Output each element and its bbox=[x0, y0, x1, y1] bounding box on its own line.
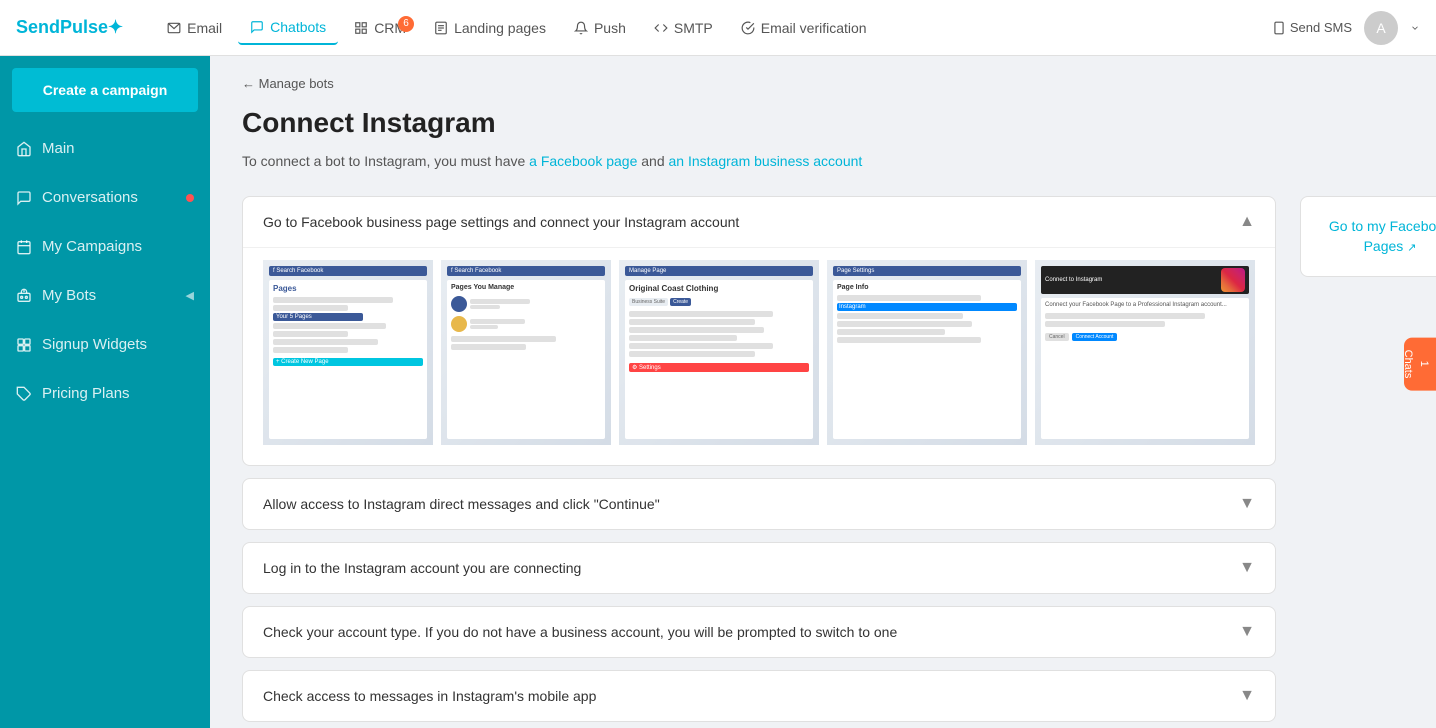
conversations-dot bbox=[186, 194, 194, 202]
screenshot-3: Manage Page Original Coast Clothing Busi… bbox=[619, 260, 819, 445]
bot-icon bbox=[16, 288, 32, 304]
screenshot-4: Page Settings Page Info Instagram bbox=[827, 260, 1027, 445]
step-1-chevron: ▲ bbox=[1239, 213, 1255, 231]
top-navigation: SendPulse✦ Email Chatbots CRM 6 Landing … bbox=[0, 0, 1436, 56]
main-content: ← Manage bots Connect Instagram To conne… bbox=[210, 56, 1436, 728]
step-3-card: Log in to the Instagram account you are … bbox=[242, 542, 1276, 594]
nav-email[interactable]: Email bbox=[155, 12, 234, 44]
external-link-icon: ↗ bbox=[1407, 242, 1416, 254]
step-4-card: Check your account type. If you do not h… bbox=[242, 606, 1276, 658]
screenshot-2: f Search Facebook Pages You Manage bbox=[441, 260, 611, 445]
envelope-icon bbox=[167, 21, 181, 35]
sidebar: Create a campaign Main Conversations My … bbox=[0, 56, 210, 728]
conversations-icon bbox=[16, 190, 32, 206]
screenshot-5: Connect to Instagram Connect your Facebo… bbox=[1035, 260, 1255, 445]
my-bots-arrow: ◀ bbox=[186, 289, 194, 302]
step-3-header[interactable]: Log in to the Instagram account you are … bbox=[243, 543, 1275, 593]
screenshot-1: f Search Facebook Pages Your 5 Pages bbox=[263, 260, 433, 445]
step-3-label: Log in to the Instagram account you are … bbox=[263, 560, 581, 576]
nav-items: Email Chatbots CRM 6 Landing pages Push … bbox=[155, 11, 1272, 45]
steps-container: Go to Facebook business page settings an… bbox=[242, 196, 1276, 728]
grid-icon bbox=[354, 21, 368, 35]
go-to-facebook-pages-link[interactable]: Go to my Facebook Pages ↗ bbox=[1317, 217, 1436, 256]
step-2-header[interactable]: Allow access to Instagram direct message… bbox=[243, 479, 1275, 529]
avatar[interactable]: A bbox=[1364, 11, 1398, 45]
calendar-icon bbox=[16, 239, 32, 255]
create-campaign-button[interactable]: Create a campaign bbox=[12, 68, 198, 112]
sidebar-item-my-campaigns[interactable]: My Campaigns bbox=[0, 222, 210, 271]
page-title: Connect Instagram bbox=[242, 107, 1404, 139]
phone-icon bbox=[1272, 21, 1286, 35]
main-layout: Create a campaign Main Conversations My … bbox=[0, 56, 1436, 728]
widget-icon bbox=[16, 337, 32, 353]
nav-chatbots[interactable]: Chatbots bbox=[238, 11, 338, 45]
nav-email-verification[interactable]: Email verification bbox=[729, 12, 879, 44]
nav-right: Send SMS A bbox=[1272, 11, 1420, 45]
step-2-card: Allow access to Instagram direct message… bbox=[242, 478, 1276, 530]
sidebar-item-main[interactable]: Main bbox=[0, 124, 210, 173]
tag-icon bbox=[16, 386, 32, 402]
step-2-label: Allow access to Instagram direct message… bbox=[263, 496, 660, 512]
step-5-card: Check access to messages in Instagram's … bbox=[242, 670, 1276, 722]
step-4-label: Check your account type. If you do not h… bbox=[263, 624, 897, 640]
right-sidebar: Go to my Facebook Pages ↗ bbox=[1300, 196, 1436, 277]
chevron-down-icon bbox=[1410, 23, 1420, 33]
send-sms-button[interactable]: Send SMS bbox=[1272, 20, 1352, 35]
step-4-header[interactable]: Check your account type. If you do not h… bbox=[243, 607, 1275, 657]
nav-smtp[interactable]: SMTP bbox=[642, 12, 725, 44]
breadcrumb: ← Manage bots bbox=[242, 76, 1404, 91]
step-5-chevron: ▼ bbox=[1239, 687, 1255, 705]
step-5-label: Check access to messages in Instagram's … bbox=[263, 688, 596, 704]
manage-bots-link[interactable]: ← Manage bots bbox=[242, 76, 334, 91]
nav-push[interactable]: Push bbox=[562, 12, 638, 44]
sidebar-item-signup-widgets[interactable]: Signup Widgets bbox=[0, 320, 210, 369]
step-3-chevron: ▼ bbox=[1239, 559, 1255, 577]
page-icon bbox=[434, 21, 448, 35]
nav-crm[interactable]: CRM 6 bbox=[342, 12, 418, 44]
nav-landing-pages[interactable]: Landing pages bbox=[422, 12, 558, 44]
sidebar-item-pricing-plans[interactable]: Pricing Plans bbox=[0, 369, 210, 418]
bell-icon bbox=[574, 21, 588, 35]
step-5-header[interactable]: Check access to messages in Instagram's … bbox=[243, 671, 1275, 721]
step-1-content: f Search Facebook Pages Your 5 Pages bbox=[243, 247, 1275, 465]
crm-badge: 6 bbox=[398, 16, 414, 32]
fb-pages-card: Go to my Facebook Pages ↗ bbox=[1300, 196, 1436, 277]
step-1-images: f Search Facebook Pages Your 5 Pages bbox=[263, 248, 1255, 445]
sidebar-item-my-bots[interactable]: My Bots ◀ bbox=[0, 271, 210, 320]
step-1-label: Go to Facebook business page settings an… bbox=[263, 214, 739, 230]
home-icon bbox=[16, 141, 32, 157]
step-1-header[interactable]: Go to Facebook business page settings an… bbox=[243, 197, 1275, 247]
check-circle-icon bbox=[741, 21, 755, 35]
sidebar-item-conversations[interactable]: Conversations bbox=[0, 173, 210, 222]
code-icon bbox=[654, 21, 668, 35]
step-4-chevron: ▼ bbox=[1239, 623, 1255, 641]
steps-layout: Go to Facebook business page settings an… bbox=[242, 196, 1404, 728]
chat-badge: 1 bbox=[1418, 361, 1430, 367]
page-description: To connect a bot to Instagram, you must … bbox=[242, 151, 1404, 172]
step-1-card: Go to Facebook business page settings an… bbox=[242, 196, 1276, 466]
step-2-chevron: ▼ bbox=[1239, 495, 1255, 513]
instagram-account-link[interactable]: an Instagram business account bbox=[669, 153, 863, 169]
chat-icon bbox=[250, 20, 264, 34]
chat-label: Chats bbox=[1402, 350, 1414, 379]
logo[interactable]: SendPulse✦ bbox=[16, 17, 123, 38]
facebook-page-link[interactable]: a Facebook page bbox=[529, 153, 637, 169]
chat-widget[interactable]: 1 Chats bbox=[1404, 338, 1436, 391]
